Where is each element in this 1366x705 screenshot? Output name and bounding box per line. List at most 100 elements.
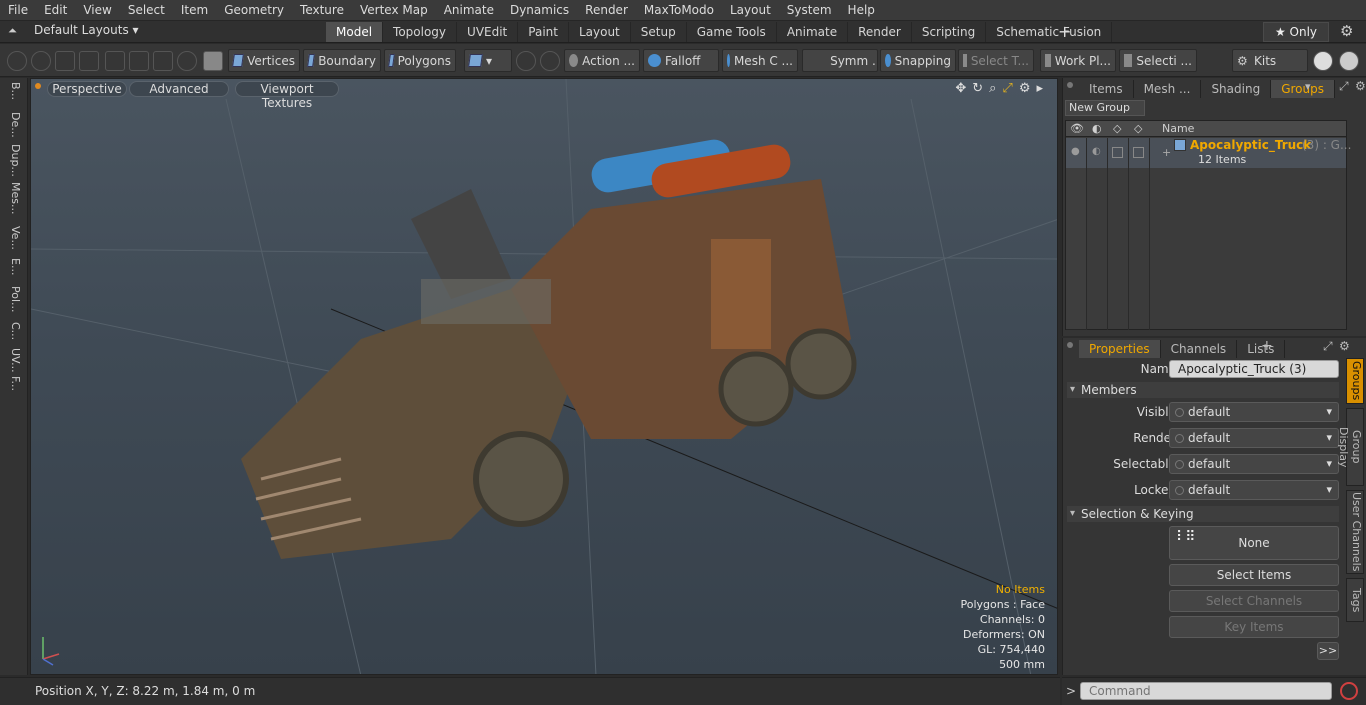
add-prop-tab-icon[interactable]: + bbox=[1261, 338, 1273, 354]
menu-dynamics[interactable]: Dynamics bbox=[502, 0, 577, 21]
left-tool-5[interactable]: E... bbox=[4, 258, 22, 275]
menu-vertex-map[interactable]: Vertex Map bbox=[352, 0, 436, 21]
props-expand-icon[interactable]: ⤢ bbox=[1323, 339, 1333, 354]
symmetry-button[interactable]: Symm ... bbox=[802, 49, 878, 72]
more-button[interactable]: >> bbox=[1317, 642, 1339, 660]
tabs-dropdown-icon[interactable]: ▾ bbox=[1305, 80, 1311, 93]
snapping-button[interactable]: Snapping bbox=[880, 49, 956, 72]
menu-edit[interactable]: Edit bbox=[36, 0, 75, 21]
menu-item[interactable]: Item bbox=[173, 0, 216, 21]
new-group-button[interactable]: New Group bbox=[1065, 100, 1145, 116]
vertices-button[interactable]: Vertices bbox=[228, 49, 300, 72]
left-tool-1[interactable]: De... bbox=[4, 112, 22, 138]
viewport-dot-icon[interactable] bbox=[35, 83, 41, 89]
left-tool-8[interactable]: UV... bbox=[4, 348, 22, 373]
menu-layout[interactable]: Layout bbox=[722, 0, 779, 21]
pivot-toggle-icon[interactable] bbox=[540, 51, 560, 71]
orbit-icon[interactable]: ↻ bbox=[972, 81, 983, 96]
unreal-icon[interactable] bbox=[1339, 51, 1359, 71]
side-tab-tags[interactable]: Tags bbox=[1346, 578, 1364, 622]
panel-tab-shading[interactable]: Shading bbox=[1201, 80, 1272, 98]
frame-icon[interactable] bbox=[153, 51, 173, 71]
select-through-button[interactable]: Select T... bbox=[958, 49, 1034, 72]
menu-view[interactable]: View bbox=[75, 0, 119, 21]
globe-icon[interactable] bbox=[31, 51, 51, 71]
menu-animate[interactable]: Animate bbox=[436, 0, 502, 21]
left-tool-7[interactable]: C... bbox=[4, 322, 22, 340]
props-dot-icon[interactable] bbox=[1067, 342, 1073, 348]
prop-tab-channels[interactable]: Channels bbox=[1161, 340, 1238, 358]
menu-geometry[interactable]: Geometry bbox=[216, 0, 292, 21]
tab-render[interactable]: Render bbox=[848, 22, 912, 42]
expand-plus-icon[interactable]: + bbox=[1162, 146, 1171, 159]
panel-expand-icon[interactable]: ⤢ bbox=[1339, 79, 1349, 94]
panel-tab-mesh-[interactable]: Mesh ... bbox=[1134, 80, 1202, 98]
left-tool-6[interactable]: Pol... bbox=[4, 286, 22, 313]
tab-scripting[interactable]: Scripting bbox=[912, 22, 987, 42]
tab-schematic-fusion[interactable]: Schematic Fusion bbox=[986, 22, 1113, 42]
menu-render[interactable]: Render bbox=[577, 0, 636, 21]
maximize-icon[interactable]: ⤢ bbox=[1002, 81, 1012, 96]
tab-game-tools[interactable]: Game Tools bbox=[687, 22, 777, 42]
member-select-selectable[interactable]: default bbox=[1169, 454, 1339, 474]
mesh-constraint-button[interactable]: Mesh C ... bbox=[722, 49, 798, 72]
symmetry-toggle-icon[interactable] bbox=[516, 51, 536, 71]
render-icon[interactable]: ◐ bbox=[1092, 122, 1102, 135]
tab-model[interactable]: Model bbox=[326, 22, 384, 42]
tab-setup[interactable]: Setup bbox=[631, 22, 687, 42]
none-button[interactable]: ⠇⠿ None bbox=[1169, 526, 1339, 560]
work-plane-button[interactable]: Work Pl... bbox=[1040, 49, 1116, 72]
member-select-render[interactable]: default bbox=[1169, 428, 1339, 448]
props-gear-icon[interactable]: ⚙ bbox=[1339, 339, 1350, 353]
zoom-icon[interactable]: ⌕ bbox=[989, 81, 996, 96]
menu-file[interactable]: File bbox=[0, 0, 36, 21]
left-tool-9[interactable]: F... bbox=[4, 376, 22, 391]
menu-select[interactable]: Select bbox=[120, 0, 173, 21]
rotate-icon[interactable] bbox=[177, 51, 197, 71]
members-section[interactable]: Members bbox=[1067, 382, 1339, 398]
menu-maxtomodo[interactable]: MaxToModo bbox=[636, 0, 722, 21]
menu-help[interactable]: Help bbox=[840, 0, 883, 21]
name-field[interactable]: Apocalyptic_Truck (3) bbox=[1169, 360, 1339, 378]
only-button[interactable]: ★ Only bbox=[1263, 22, 1329, 42]
select-items-button[interactable]: Select Items bbox=[1169, 564, 1339, 586]
tab-animate[interactable]: Animate bbox=[777, 22, 849, 42]
polygons-button[interactable]: Polygons bbox=[384, 49, 456, 72]
member-select-visible[interactable]: default bbox=[1169, 402, 1339, 422]
panel-gear-icon[interactable]: ⚙ bbox=[1355, 79, 1366, 93]
action-button[interactable]: Action ... bbox=[564, 49, 640, 72]
unity-icon[interactable] bbox=[1313, 51, 1333, 71]
tab-uvedit[interactable]: UVEdit bbox=[457, 22, 519, 42]
default-layouts-dropdown[interactable]: Default Layouts ▾ bbox=[34, 23, 139, 37]
side-tab-group-display[interactable]: Group Display bbox=[1337, 408, 1364, 486]
panel-dot-icon[interactable] bbox=[1067, 82, 1073, 88]
align-icon[interactable] bbox=[105, 51, 125, 71]
menu-system[interactable]: System bbox=[779, 0, 840, 21]
select-cube-icon[interactable]: ◇ bbox=[1134, 122, 1142, 135]
member-select-locked[interactable]: default bbox=[1169, 480, 1339, 500]
tab-layout[interactable]: Layout bbox=[569, 22, 631, 42]
tab-paint[interactable]: Paint bbox=[518, 22, 569, 42]
left-tool-4[interactable]: Ve... bbox=[4, 226, 22, 250]
visibility-eye-icon[interactable]: 👁 bbox=[1070, 122, 1084, 135]
prop-tab-properties[interactable]: Properties bbox=[1079, 340, 1161, 358]
boundary-button[interactable]: Boundary bbox=[303, 49, 381, 72]
center-icon[interactable] bbox=[129, 51, 149, 71]
viewport-gear-icon[interactable]: ⚙ bbox=[1019, 81, 1031, 96]
mesh-mode-dropdown[interactable]: ▾ bbox=[464, 49, 512, 72]
3d-viewport[interactable]: Perspective Advanced Viewport Textures ✥… bbox=[30, 78, 1058, 675]
side-tab-groups[interactable]: Groups bbox=[1346, 358, 1364, 404]
left-tool-2[interactable]: Dup... bbox=[4, 144, 22, 177]
selection-keying-section[interactable]: Selection & Keying bbox=[1067, 506, 1339, 522]
pan-icon[interactable]: ✥ bbox=[955, 81, 966, 96]
left-tool-0[interactable]: B... bbox=[4, 82, 22, 100]
falloff-button[interactable]: Falloff bbox=[643, 49, 719, 72]
gear-icon[interactable]: ⚙ bbox=[1340, 22, 1353, 40]
key-items-button[interactable]: Key Items bbox=[1169, 616, 1339, 638]
left-tool-3[interactable]: Mes... bbox=[4, 182, 22, 214]
selection-sets-button[interactable]: Selecti ... bbox=[1119, 49, 1197, 72]
solid-cube-icon[interactable] bbox=[203, 51, 223, 71]
record-icon[interactable] bbox=[1340, 682, 1358, 700]
menu-texture[interactable]: Texture bbox=[292, 0, 352, 21]
pen-icon[interactable] bbox=[55, 51, 75, 71]
